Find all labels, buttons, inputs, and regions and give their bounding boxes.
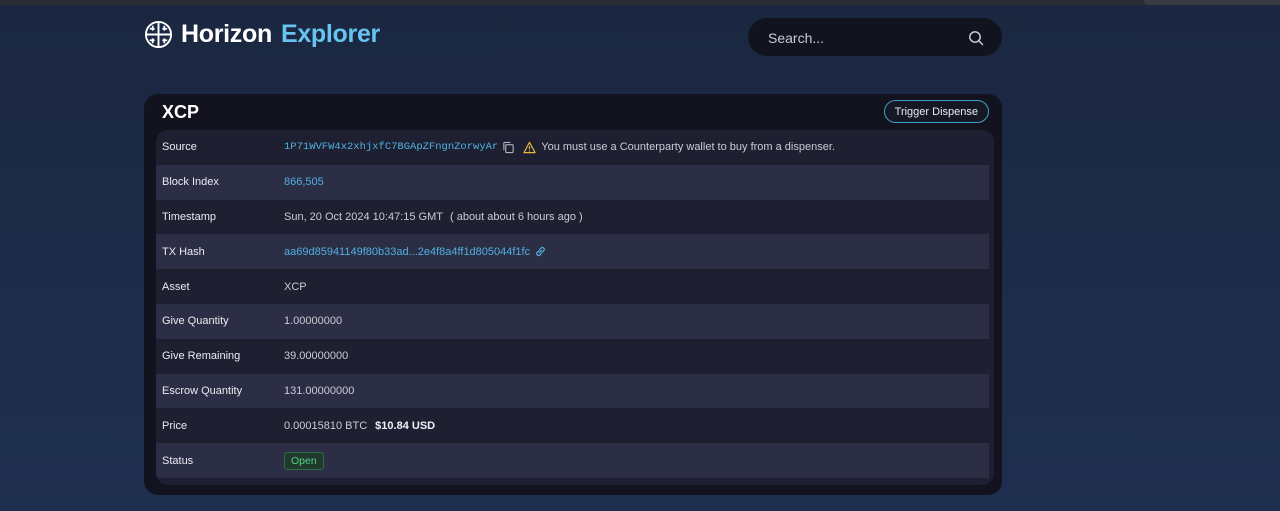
search-bar [748, 18, 1002, 58]
row-value: 1P71WVFW4x2xhjxfC7BGApZFngnZorwyAr You m… [284, 141, 835, 154]
card-title: XCP [162, 102, 200, 122]
row-label: Timestamp [162, 210, 216, 223]
site-header: Horizon Explorer [144, 18, 1002, 58]
row-label: Asset [162, 280, 190, 293]
logo-word-explorer: Explorer [280, 20, 380, 48]
row-value: 131.00000000 [284, 384, 355, 397]
price-btc: 0.00015810 BTC [284, 419, 368, 432]
timestamp-value: Sun, 20 Oct 2024 10:47:15 GMT [284, 210, 443, 223]
row-block-index: Block Index 866,505 [156, 164, 989, 200]
site-logo[interactable]: Horizon Explorer [144, 20, 380, 49]
timestamp-relative: ( about about 6 hours ago ) [449, 210, 583, 223]
row-asset: Asset XCP [156, 269, 989, 304]
row-label: Source [162, 141, 197, 154]
dispenser-card: XCP Trigger Dispense Source 1P71WVFW4x2x… [144, 94, 1002, 495]
source-address-link[interactable]: 1P71WVFW4x2xhjxfC7BGApZFngnZorwyAr [284, 141, 498, 153]
row-label: Give Remaining [162, 350, 241, 363]
trigger-dispense-button[interactable]: Trigger Dispense [883, 100, 989, 123]
row-value: Sun, 20 Oct 2024 10:47:15 GMT ( about ab… [284, 211, 583, 223]
row-escrow-quantity: Escrow Quantity 131.00000000 [156, 373, 989, 409]
block-index-link[interactable]: 866,505 [284, 176, 324, 188]
search-input[interactable] [766, 18, 960, 58]
row-timestamp: Timestamp Sun, 20 Oct 2024 10:47:15 GMT … [156, 200, 989, 235]
logo-word-horizon: Horizon [181, 20, 272, 48]
row-label: Block Index [162, 176, 219, 189]
warning-icon [523, 141, 536, 154]
row-value: aa69d85941149f80b33ad...2e4f8a4ff1d80504… [284, 245, 547, 258]
price-usd: $10.84 USD [375, 419, 436, 432]
window-top-edge-tab [1144, 0, 1280, 5]
row-label: Price [162, 419, 188, 432]
row-source: Source 1P71WVFW4x2xhjxfC7BGApZFngnZorwyA… [156, 130, 989, 165]
row-status: Status Open [156, 443, 989, 478]
row-value: Open [284, 451, 324, 470]
row-label: Escrow Quantity [162, 384, 243, 397]
scrollbar[interactable] [989, 130, 994, 485]
window-top-edge [0, 0, 1280, 5]
row-label: Status [162, 454, 194, 467]
row-price: Price 0.00015810 BTC $10.84 USD [156, 408, 989, 443]
search-icon[interactable] [968, 30, 984, 46]
logo-text: Horizon Explorer [181, 20, 380, 49]
row-label: Give Quantity [162, 315, 229, 328]
logo-icon [144, 20, 173, 49]
details-table: Source 1P71WVFW4x2xhjxfC7BGApZFngnZorwyA… [156, 130, 994, 485]
row-value: XCP [284, 280, 307, 293]
copy-icon[interactable] [502, 141, 515, 154]
row-value: 1.00000000 [284, 315, 343, 328]
row-label: TX Hash [162, 245, 205, 258]
row-value: 39.00000000 [284, 350, 349, 363]
row-value: 866,505 [284, 176, 324, 188]
row-tx-hash: TX Hash aa69d85941149f80b33ad...2e4f8a4f… [156, 234, 989, 270]
tx-hash-link[interactable]: aa69d85941149f80b33ad...2e4f8a4ff1d80504… [284, 246, 530, 258]
row-give-remaining: Give Remaining 39.00000000 [156, 339, 989, 374]
row-value: 0.00015810 BTC $10.84 USD [284, 420, 435, 432]
status-badge: Open [284, 451, 324, 470]
external-link-icon[interactable] [534, 245, 547, 258]
wallet-warning-text: You must use a Counterparty wallet to bu… [541, 141, 835, 154]
row-give-quantity: Give Quantity 1.00000000 [156, 303, 989, 339]
